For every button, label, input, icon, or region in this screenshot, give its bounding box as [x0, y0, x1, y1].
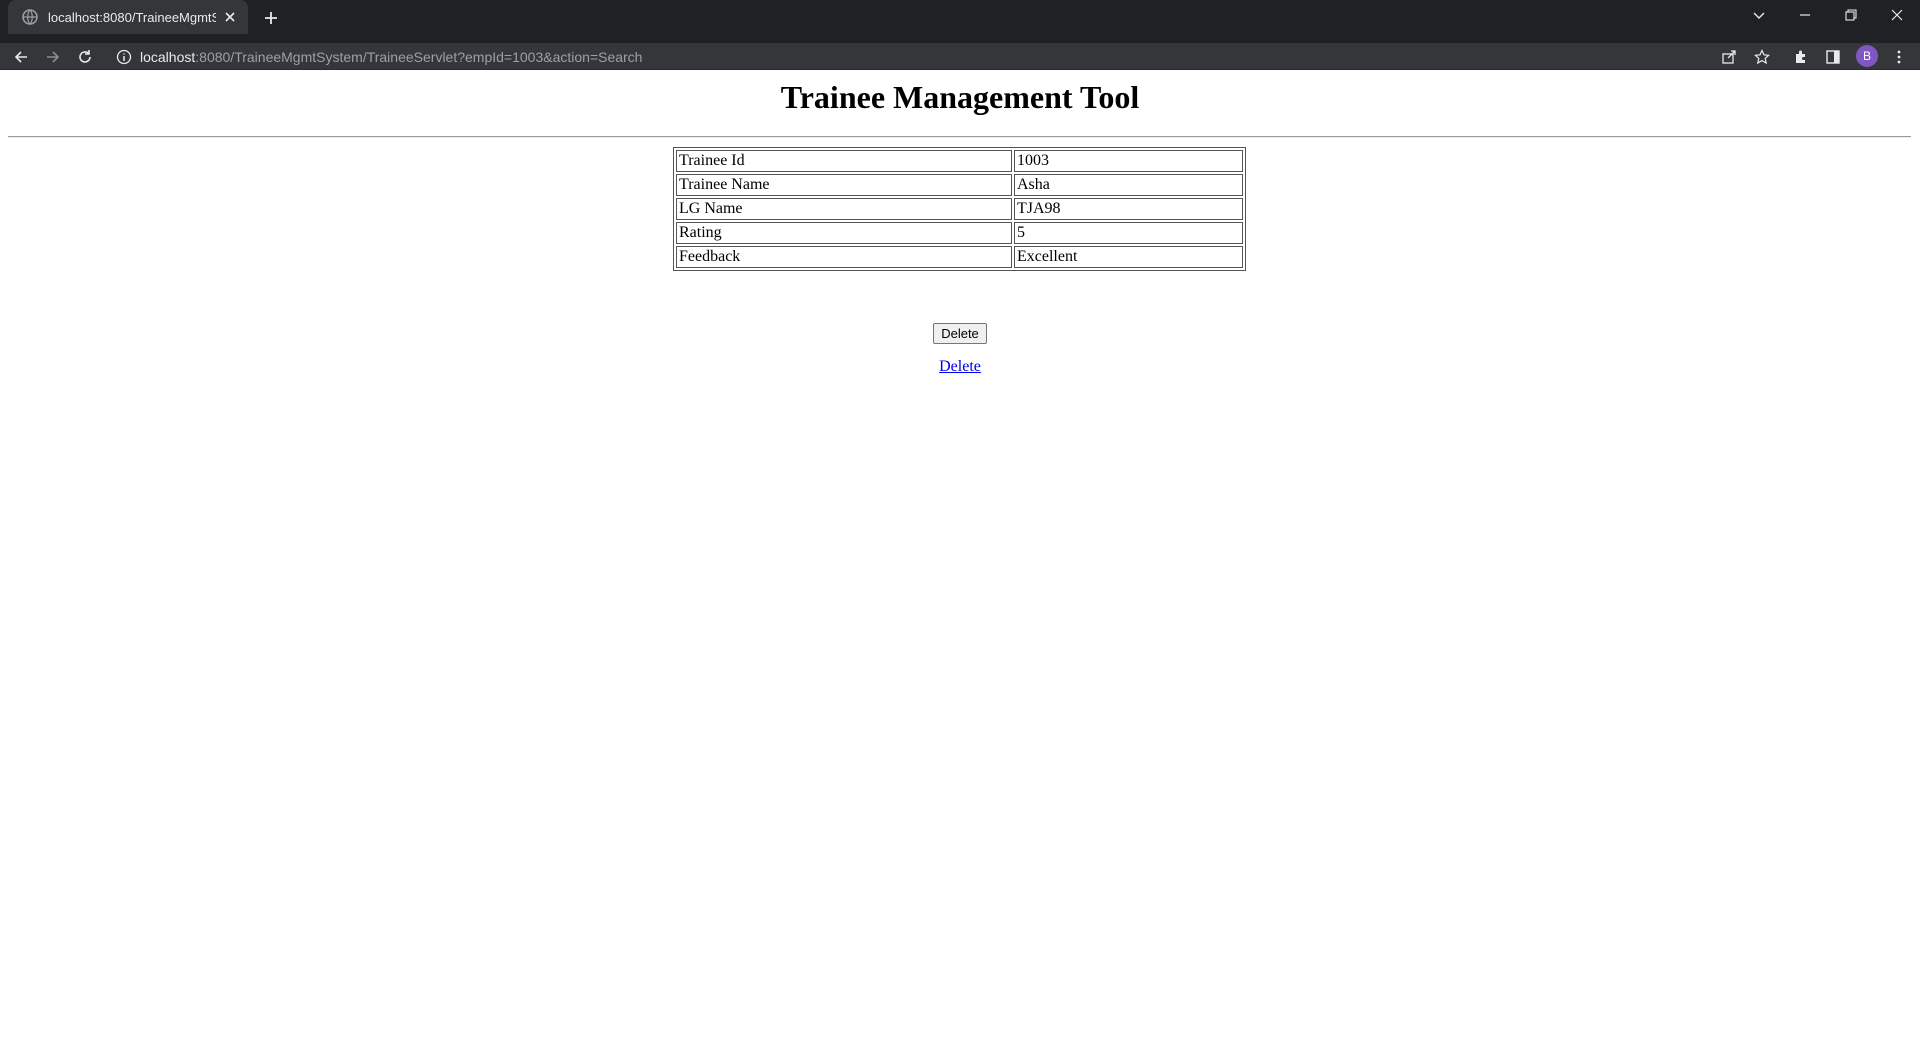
- field-value: Excellent: [1014, 246, 1243, 268]
- field-label: Feedback: [676, 246, 1012, 268]
- share-icon[interactable]: [1716, 44, 1742, 70]
- field-label: Rating: [676, 222, 1012, 244]
- delete-link-container: Delete: [0, 358, 1920, 376]
- trainee-details-table: Trainee Id 1003 Trainee Name Asha LG Nam…: [673, 147, 1246, 271]
- extensions-icon[interactable]: [1788, 44, 1814, 70]
- url-path: :8080/TraineeMgmtSystem/TraineeServlet?e…: [195, 48, 643, 65]
- field-value: 1003: [1014, 150, 1243, 172]
- minimize-icon[interactable]: [1782, 0, 1828, 30]
- new-tab-icon[interactable]: [260, 7, 282, 29]
- url-host: localhost: [140, 48, 196, 65]
- divider: [8, 136, 1911, 138]
- close-window-icon[interactable]: [1874, 0, 1920, 30]
- tab-title: localhost:8080/TraineeMgmtSyste: [48, 9, 216, 25]
- browser-tab-strip: localhost:8080/TraineeMgmtSyste: [0, 0, 1920, 43]
- table-row: Feedback Excellent: [676, 246, 1243, 268]
- field-label: Trainee Name: [676, 174, 1012, 196]
- field-value: 5: [1014, 222, 1243, 244]
- address-bar[interactable]: localhost:8080/TraineeMgmtSystem/Trainee…: [108, 43, 1888, 70]
- reload-icon[interactable]: [72, 44, 98, 70]
- table-row: Rating 5: [676, 222, 1243, 244]
- field-value: Asha: [1014, 174, 1243, 196]
- page-title: Trainee Management Tool: [780, 79, 1140, 115]
- back-icon[interactable]: [8, 44, 34, 70]
- restore-icon[interactable]: [1828, 0, 1874, 30]
- field-label: Trainee Id: [676, 150, 1012, 172]
- page-content: Trainee Management Tool Trainee Id 1003 …: [0, 70, 1920, 1051]
- side-panel-icon[interactable]: [1820, 44, 1846, 70]
- tab-search-icon[interactable]: [1736, 0, 1782, 30]
- field-value: TJA98: [1014, 198, 1243, 220]
- table-row: Trainee Name Asha: [676, 174, 1243, 196]
- table-row: Trainee Id 1003: [676, 150, 1243, 172]
- profile-avatar[interactable]: B: [1856, 45, 1878, 67]
- table-row: LG Name TJA98: [676, 198, 1243, 220]
- browser-toolbar: localhost:8080/TraineeMgmtSystem/Trainee…: [0, 43, 1920, 70]
- menu-kebab-icon[interactable]: [1886, 44, 1912, 70]
- globe-icon: [22, 9, 38, 25]
- browser-tab[interactable]: localhost:8080/TraineeMgmtSyste: [8, 0, 248, 34]
- bookmark-star-icon[interactable]: [1749, 44, 1775, 70]
- info-icon[interactable]: [116, 49, 132, 65]
- forward-icon[interactable]: [40, 44, 66, 70]
- delete-link[interactable]: Delete: [939, 358, 981, 375]
- delete-button[interactable]: Delete: [933, 323, 987, 344]
- close-tab-icon[interactable]: [222, 9, 238, 25]
- field-label: LG Name: [676, 198, 1012, 220]
